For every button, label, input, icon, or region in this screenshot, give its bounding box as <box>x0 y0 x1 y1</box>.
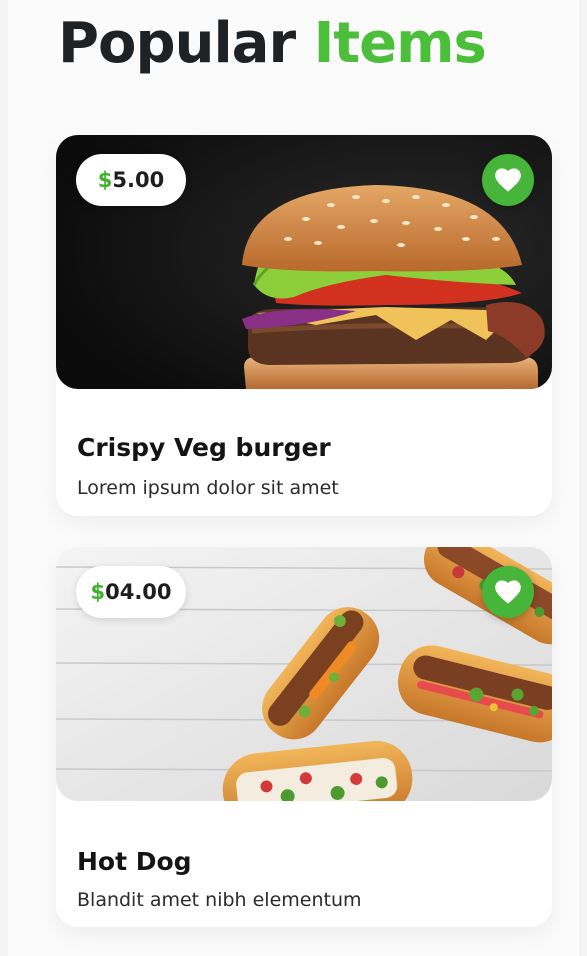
price-value: 04.00 <box>105 580 172 604</box>
screen: Popular Items $ 5.00 Crispy Veg burger L… <box>8 0 579 956</box>
price-badge: $5.00 <box>76 154 186 206</box>
page-title: Popular Items <box>58 8 487 80</box>
title-part-items: Items <box>313 11 487 76</box>
item-description: Blandit amet nibh elementum <box>77 889 362 911</box>
item-description: Lorem ipsum dolor sit amet <box>77 477 339 499</box>
favorite-button[interactable] <box>482 154 534 206</box>
product-card-hot-dog[interactable]: $04.00 Hot Dog Blandit amet nibh element… <box>56 547 552 927</box>
currency-symbol: $ <box>90 580 106 604</box>
item-name: Hot Dog <box>77 847 192 876</box>
price-value: 5.00 <box>112 168 165 192</box>
favorite-button[interactable] <box>482 566 534 618</box>
product-card-burger[interactable]: $5.00 Crispy Veg burger Lorem ipsum dolo… <box>56 135 552 516</box>
currency-symbol: $ <box>97 168 113 192</box>
item-name: Crispy Veg burger <box>77 433 331 462</box>
heart-icon <box>495 168 521 192</box>
price-badge: $04.00 <box>76 566 186 618</box>
heart-icon <box>495 580 521 604</box>
title-part-popular: Popular <box>58 11 296 76</box>
